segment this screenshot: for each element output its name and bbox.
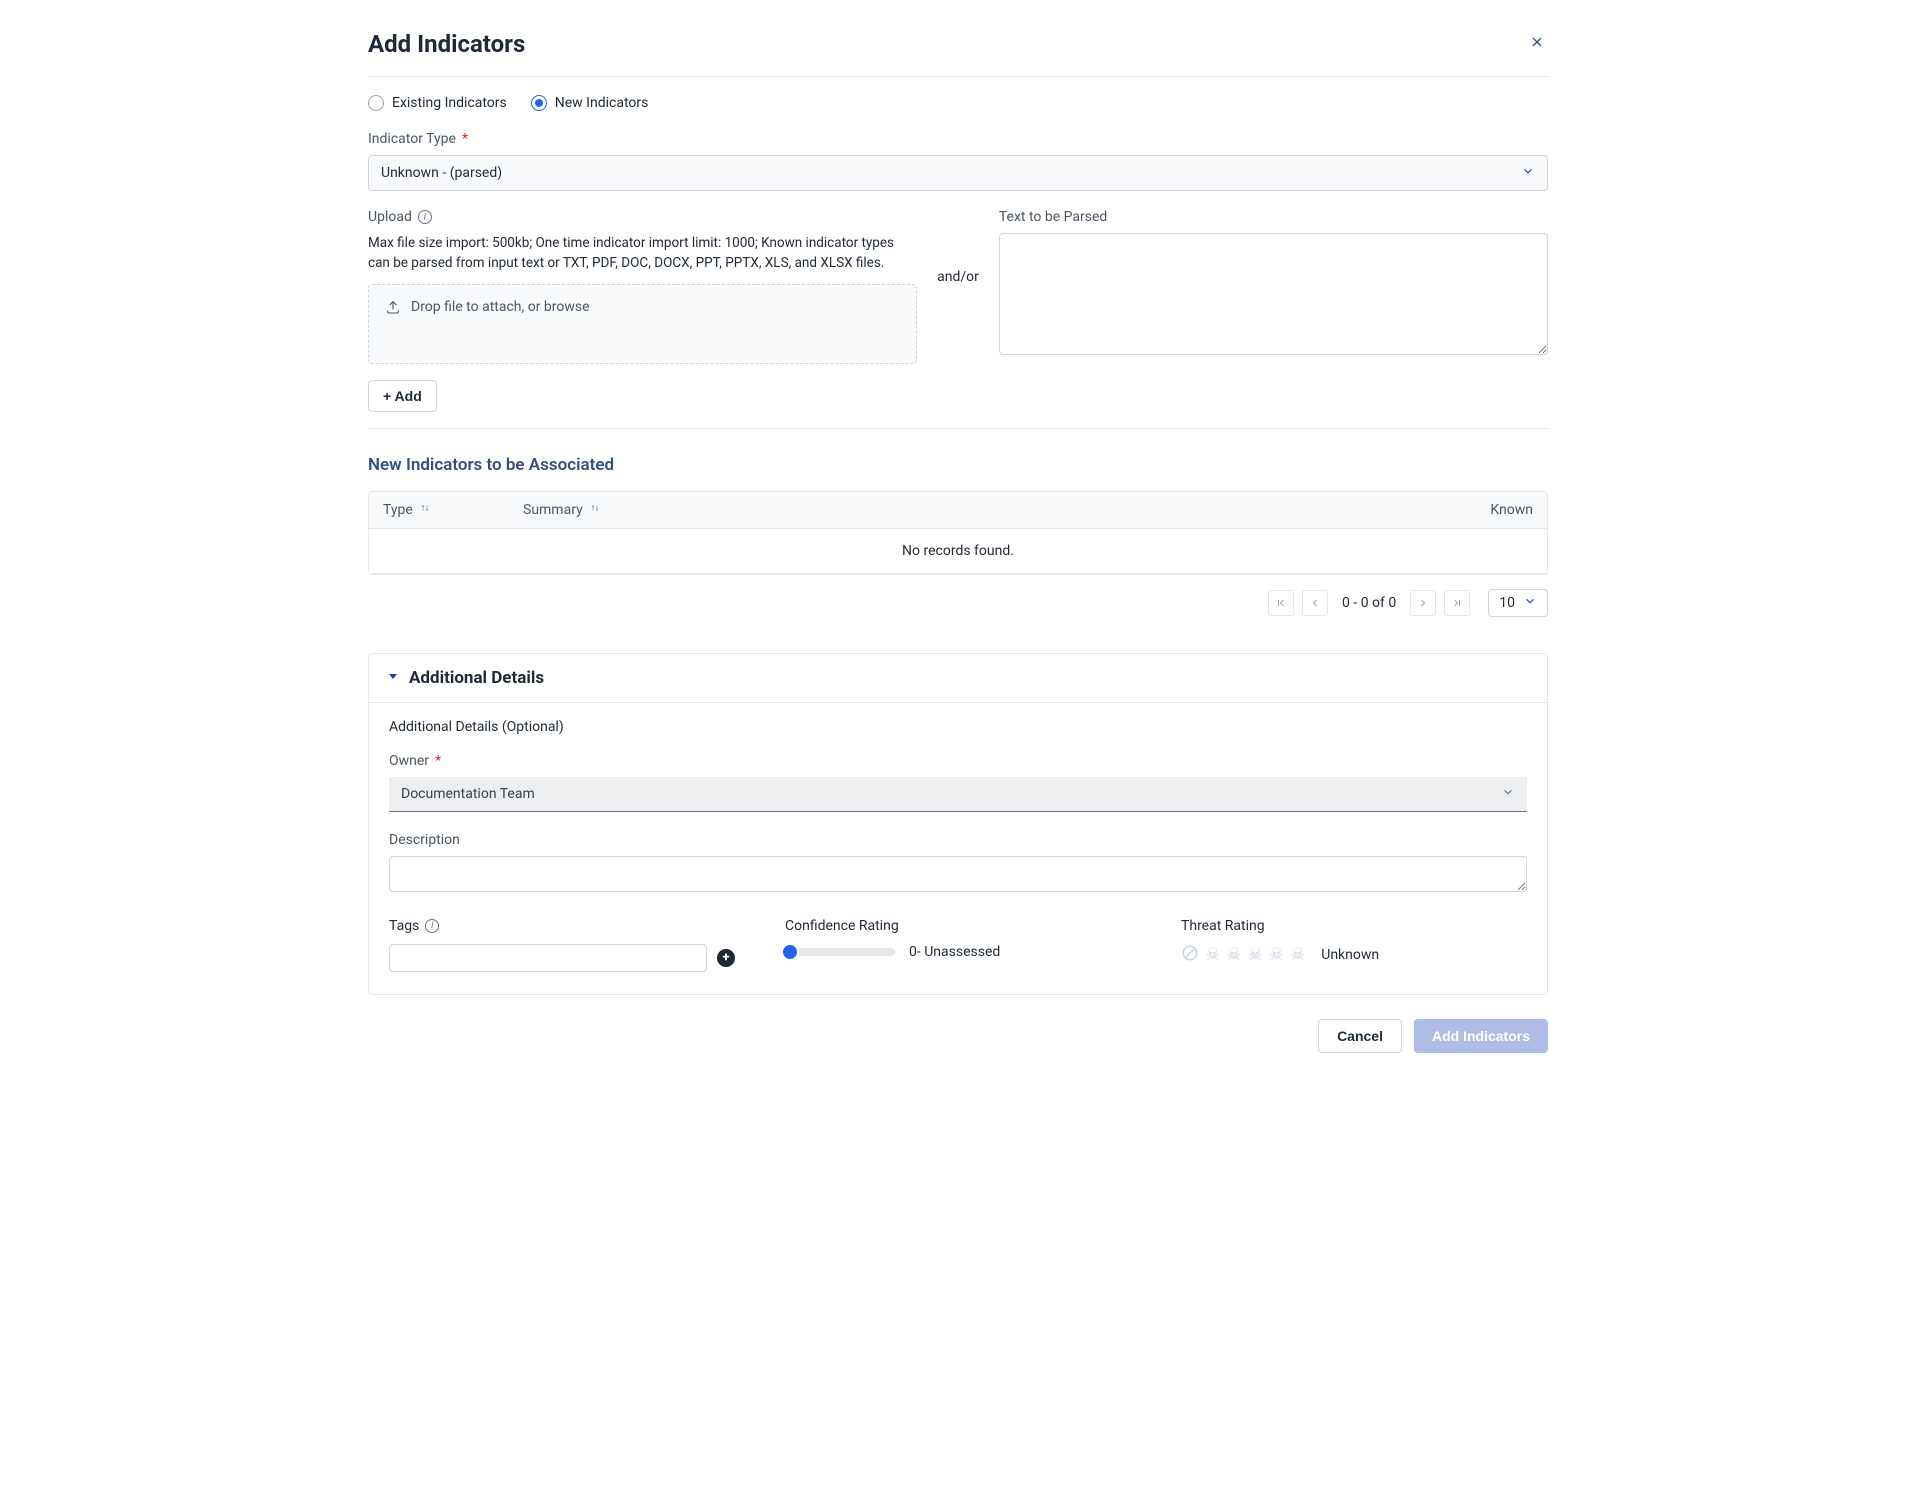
radio-icon <box>368 95 384 111</box>
column-header-summary[interactable]: Summary <box>523 502 1453 518</box>
file-dropzone[interactable]: Drop file to attach, or browse <box>368 284 917 364</box>
upload-label: Upload i <box>368 209 917 225</box>
indicator-type-value: Unknown - (parsed) <box>381 165 502 181</box>
confidence-value: 0- Unassessed <box>909 944 1000 960</box>
confidence-slider-row: 0- Unassessed <box>785 944 1131 960</box>
skull-icon[interactable]: ☠ <box>1205 945 1220 965</box>
owner-label: Owner * <box>389 753 1527 769</box>
tags-input[interactable] <box>389 944 707 972</box>
skull-icon[interactable]: ☠ <box>1269 945 1284 965</box>
upload-icon <box>385 299 401 319</box>
owner-select[interactable]: Documentation Team <box>389 777 1527 812</box>
dropzone-text: Drop file to attach, or browse <box>411 299 590 315</box>
new-indicators-heading: New Indicators to be Associated <box>368 455 1548 475</box>
mode-section: Existing Indicators New Indicators Indic… <box>368 77 1548 429</box>
add-indicators-dialog: Add Indicators Existing Indicators New I… <box>348 0 1568 1093</box>
radio-icon <box>531 95 547 111</box>
add-button[interactable]: + Add <box>368 380 437 412</box>
parse-textarea[interactable] <box>999 233 1548 355</box>
required-marker: * <box>462 131 468 147</box>
panel-title: Additional Details <box>409 668 544 688</box>
description-label: Description <box>389 832 1527 848</box>
confidence-label: Confidence Rating <box>785 918 1131 934</box>
page-size-select[interactable]: 10 <box>1488 589 1548 617</box>
slider-thumb[interactable] <box>783 945 797 959</box>
chevron-down-icon <box>1523 594 1537 612</box>
chevron-down-icon <box>1521 164 1535 182</box>
dialog-title: Add Indicators <box>368 30 525 58</box>
confidence-slider[interactable] <box>785 948 895 956</box>
owner-value: Documentation Team <box>401 786 535 802</box>
sort-icon <box>419 502 431 518</box>
tags-block: Tags i + <box>389 918 735 972</box>
sort-icon <box>589 502 601 518</box>
panel-body: Additional Details (Optional) Owner * Do… <box>369 703 1547 994</box>
description-textarea[interactable] <box>389 856 1527 892</box>
caret-down-icon <box>387 670 399 686</box>
mode-radio-group: Existing Indicators New Indicators <box>368 95 1548 111</box>
add-tag-button[interactable]: + <box>717 949 735 967</box>
panel-header-toggle[interactable]: Additional Details <box>369 654 1547 703</box>
info-icon[interactable]: i <box>425 919 439 933</box>
indicators-table: Type Summary Known No records found. <box>368 491 1548 575</box>
skull-icon[interactable]: ☠ <box>1290 945 1305 965</box>
column-header-known[interactable]: Known <box>1453 502 1533 518</box>
indicator-type-select[interactable]: Unknown - (parsed) <box>368 155 1548 191</box>
skull-icon[interactable]: ☠ <box>1248 945 1263 965</box>
page-range: 0 - 0 of 0 <box>1336 595 1402 611</box>
add-indicators-submit-button[interactable]: Add Indicators <box>1414 1019 1548 1053</box>
pagination: 0 - 0 of 0 10 <box>368 589 1548 617</box>
panel-subtitle: Additional Details (Optional) <box>389 719 1527 735</box>
page-first-button[interactable] <box>1268 590 1294 616</box>
page-prev-button[interactable] <box>1302 590 1328 616</box>
divider <box>368 428 1548 429</box>
page-next-button[interactable] <box>1410 590 1436 616</box>
details-bottom-row: Tags i + Confidence Rating 0- <box>389 918 1527 972</box>
column-header-type[interactable]: Type <box>383 502 523 518</box>
required-marker: * <box>435 753 441 769</box>
upload-helptext: Max file size import: 500kb; One time in… <box>368 233 917 274</box>
close-button[interactable] <box>1526 33 1548 55</box>
dialog-footer: Cancel Add Indicators <box>368 1019 1548 1053</box>
threat-value: Unknown <box>1321 947 1379 963</box>
radio-new-indicators[interactable]: New Indicators <box>531 95 649 111</box>
page-last-button[interactable] <box>1444 590 1470 616</box>
tags-input-row: + <box>389 944 735 972</box>
upload-column: Upload i Max file size import: 500kb; On… <box>368 209 917 364</box>
info-icon[interactable]: i <box>418 210 432 224</box>
indicator-type-label: Indicator Type * <box>368 131 1548 147</box>
cancel-button[interactable]: Cancel <box>1318 1019 1402 1053</box>
skull-icon[interactable]: ☠ <box>1226 945 1241 965</box>
upload-parse-row: Upload i Max file size import: 500kb; On… <box>368 209 1548 364</box>
radio-label: Existing Indicators <box>392 95 507 111</box>
radio-label: New Indicators <box>555 95 649 111</box>
threat-block: Threat Rating ☠ ☠ ☠ ☠ ☠ Unknown <box>1181 918 1527 966</box>
close-icon <box>1529 34 1545 54</box>
threat-rating-row: ☠ ☠ ☠ ☠ ☠ Unknown <box>1181 944 1527 966</box>
table-header-row: Type Summary Known <box>369 492 1547 529</box>
tags-label: Tags i <box>389 918 735 934</box>
radio-existing-indicators[interactable]: Existing Indicators <box>368 95 507 111</box>
dialog-header: Add Indicators <box>368 30 1548 77</box>
confidence-block: Confidence Rating 0- Unassessed <box>785 918 1131 960</box>
chevron-down-icon <box>1501 785 1515 803</box>
threat-label: Threat Rating <box>1181 918 1527 934</box>
andor-label: and/or <box>937 209 979 285</box>
additional-details-panel: Additional Details Additional Details (O… <box>368 653 1548 995</box>
parse-column: Text to be Parsed <box>999 209 1548 359</box>
table-empty-message: No records found. <box>369 529 1547 574</box>
no-threat-icon[interactable] <box>1181 944 1199 966</box>
parse-label: Text to be Parsed <box>999 209 1548 225</box>
